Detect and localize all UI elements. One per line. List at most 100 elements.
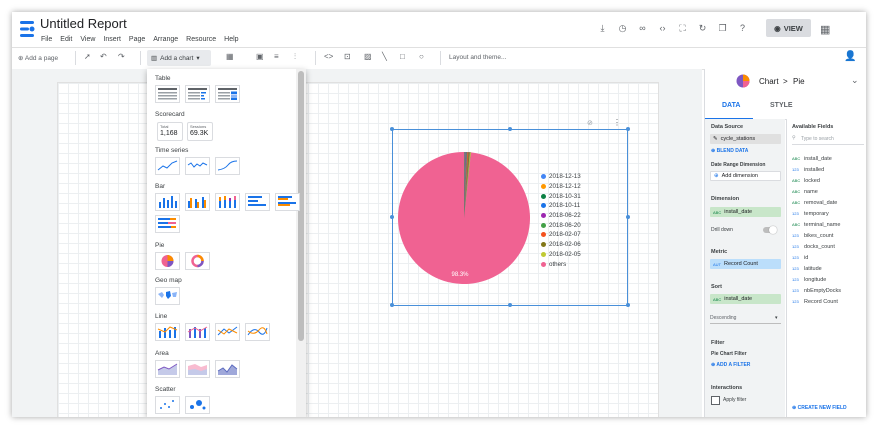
resize-handle[interactable]: [508, 127, 512, 131]
circle-icon[interactable]: ○: [419, 52, 424, 61]
legend-item[interactable]: 2018-12-12: [541, 182, 581, 192]
geo-map-icon[interactable]: [155, 287, 180, 305]
stacked-area-icon[interactable]: [185, 360, 210, 378]
area-chart-icon[interactable]: [155, 360, 180, 378]
stacked-bar-icon[interactable]: [155, 215, 180, 233]
legend-item[interactable]: 2018-06-20: [541, 220, 581, 230]
bubble-chart-icon[interactable]: [185, 396, 210, 414]
stacked-column-icon[interactable]: [215, 193, 240, 211]
pie-chart-icon[interactable]: [155, 252, 180, 270]
legend-item[interactable]: 2018-10-31: [541, 191, 581, 201]
image-icon[interactable]: ▨: [364, 52, 372, 61]
field-item[interactable]: 123 installed: [792, 167, 824, 173]
add-control-icon[interactable]: ▦: [226, 52, 234, 61]
field-item[interactable]: 123 bikes_count: [792, 233, 833, 239]
resize-handle[interactable]: [390, 303, 394, 307]
chevron-down-icon[interactable]: ⌄: [851, 75, 859, 86]
field-search-input[interactable]: ⚲ Type to search: [792, 134, 864, 145]
refresh-icon[interactable]: ↻: [697, 23, 708, 34]
menu-resource[interactable]: Resource: [186, 36, 216, 43]
resize-handle[interactable]: [626, 215, 630, 219]
field-item[interactable]: 123 temporary: [792, 211, 829, 217]
menu-help[interactable]: Help: [224, 36, 238, 43]
resize-handle[interactable]: [390, 127, 394, 131]
menu-page[interactable]: Page: [129, 36, 145, 43]
field-item[interactable]: ABC terminal_name: [792, 222, 840, 228]
share-person-icon[interactable]: 👤: [844, 51, 856, 62]
date-range-icon[interactable]: ▣: [256, 52, 264, 61]
rectangle-icon[interactable]: □: [400, 52, 405, 61]
menu-insert[interactable]: Insert: [103, 36, 121, 43]
tab-data[interactable]: DATA: [722, 102, 740, 109]
blend-data-button[interactable]: ⊕ BLEND DATA: [711, 148, 748, 154]
percent-area-icon[interactable]: [215, 360, 240, 378]
field-item[interactable]: 123 nbEmptyDocks: [792, 288, 841, 294]
embed-url-icon[interactable]: <>: [324, 52, 333, 61]
copy-icon[interactable]: ❐: [717, 23, 728, 34]
donut-chart-icon[interactable]: [185, 252, 210, 270]
column-chart-icon[interactable]: [155, 193, 180, 211]
time-series-icon[interactable]: [155, 157, 180, 175]
download-icon[interactable]: ⤓: [597, 23, 608, 34]
fullscreen-icon[interactable]: ⛶: [677, 23, 688, 34]
combo-chart-icon[interactable]: [155, 323, 180, 341]
data-control-icon[interactable]: ⫶: [294, 52, 296, 62]
field-item[interactable]: 123 Record Count: [792, 299, 838, 305]
menu-arrange[interactable]: Arrange: [153, 36, 178, 43]
field-item[interactable]: ABC removal_date: [792, 200, 837, 206]
filter-control-icon[interactable]: ≡: [274, 52, 279, 61]
embed-icon[interactable]: ‹›: [657, 23, 668, 34]
field-item[interactable]: ABC name: [792, 189, 818, 195]
smoothed-time-series-icon[interactable]: [215, 157, 240, 175]
scorecard-compact-icon[interactable]: Sessions 69.3K: [187, 122, 213, 141]
resize-handle[interactable]: [390, 215, 394, 219]
sort-order-select[interactable]: Descending ▾: [710, 313, 781, 324]
create-new-field-button[interactable]: ⊕ CREATE NEW FIELD: [792, 405, 847, 411]
line-icon[interactable]: ╲: [382, 52, 387, 61]
legend-item[interactable]: 2018-02-05: [541, 250, 581, 260]
legend-item[interactable]: 2018-02-06: [541, 240, 581, 250]
report-title[interactable]: Untitled Report: [40, 16, 127, 31]
add-page-button[interactable]: ⊕ Add a page: [18, 54, 58, 62]
menu-view[interactable]: View: [80, 36, 95, 43]
scatter-chart-icon[interactable]: [155, 396, 180, 414]
table-icon[interactable]: [155, 85, 180, 103]
add-dimension-button[interactable]: ⊕ Add dimension: [710, 171, 781, 181]
table-bars-icon[interactable]: [185, 85, 210, 103]
drill-down-toggle[interactable]: [763, 226, 777, 234]
stacked-combo-icon[interactable]: [185, 323, 210, 341]
resize-handle[interactable]: [626, 303, 630, 307]
add-chart-button[interactable]: ▥ Add a chart ▾: [147, 50, 211, 66]
redo-icon[interactable]: ↷: [118, 52, 125, 61]
line-chart-icon[interactable]: [215, 323, 240, 341]
horizontal-bar-icon[interactable]: [245, 193, 270, 211]
menu-edit[interactable]: Edit: [60, 36, 72, 43]
scorecard-icon[interactable]: Total 1,168: [157, 122, 183, 141]
grouped-column-icon[interactable]: [185, 193, 210, 211]
resize-handle[interactable]: [508, 303, 512, 307]
sparkline-icon[interactable]: [185, 157, 210, 175]
add-filter-button[interactable]: ⊕ ADD A FILTER: [711, 362, 750, 368]
select-arrow-icon[interactable]: ➚: [84, 52, 91, 61]
table-heatmap-icon[interactable]: [215, 85, 240, 103]
text-box-icon[interactable]: ⊡: [344, 52, 351, 61]
data-source-chip[interactable]: ✎ cycle_stations: [710, 134, 781, 144]
field-item[interactable]: 123 longitude: [792, 277, 826, 283]
legend-item[interactable]: 2018-06-22: [541, 211, 581, 221]
field-item[interactable]: 123 id: [792, 255, 808, 261]
field-item[interactable]: 123 docks_count: [792, 244, 835, 250]
menu-file[interactable]: File: [41, 36, 52, 43]
pie-slice[interactable]: [398, 152, 530, 284]
smoothed-line-icon[interactable]: [245, 323, 270, 341]
link-icon[interactable]: ∞: [637, 23, 648, 34]
legend-item[interactable]: 2018-12-13: [541, 172, 581, 182]
resize-handle[interactable]: [626, 127, 630, 131]
dimension-chip[interactable]: ABC install_date: [710, 207, 781, 217]
metric-chip[interactable]: AUT Record Count: [710, 259, 781, 269]
view-button[interactable]: ◉ VIEW: [766, 19, 811, 37]
apply-filter-checkbox[interactable]: [711, 396, 720, 405]
help-icon[interactable]: ?: [737, 23, 748, 34]
legend-item[interactable]: 2018-10-11: [541, 201, 581, 211]
sort-chip[interactable]: ABC install_date: [710, 294, 781, 304]
field-item[interactable]: ABC install_date: [792, 156, 832, 162]
